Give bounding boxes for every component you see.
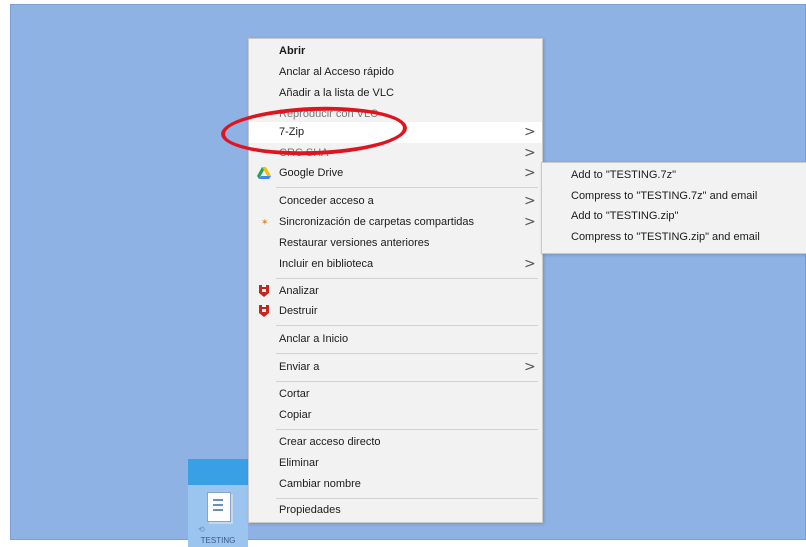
menu-item-anclar-inicio[interactable]: Anclar a Inicio <box>249 329 542 350</box>
menu-separator <box>276 278 538 279</box>
menu-item-label: Eliminar <box>279 457 319 469</box>
menu-separator <box>276 325 538 326</box>
desktop-file-testing[interactable]: ⟲ TESTING <box>188 459 248 547</box>
menu-item-restaurar-versiones[interactable]: Restaurar versiones anteriores <box>249 233 542 254</box>
chevron-right-icon: > <box>524 359 536 375</box>
chevron-right-icon: > <box>524 124 536 140</box>
menu-item-label: Enviar a <box>279 361 320 373</box>
menu-separator <box>276 353 538 354</box>
menu-item-label: Cortar <box>279 388 310 400</box>
menu-item-copiar[interactable]: Copiar <box>249 405 542 426</box>
submenu-item-add-zip[interactable]: Add to "TESTING.zip" <box>571 210 678 222</box>
antivirus-icon <box>259 285 269 297</box>
menu-item-google-drive[interactable]: Google Drive > <box>249 163 542 184</box>
menu-item-propiedades[interactable]: Propiedades <box>249 500 542 521</box>
menu-item-label: Crear acceso directo <box>279 436 381 448</box>
menu-item-cambiar-nombre[interactable]: Cambiar nombre <box>249 474 542 495</box>
file-name-label: TESTING <box>200 536 236 545</box>
shortcut-arrow-icon: ⟲ <box>198 525 205 534</box>
submenu-item-compress-7z-email[interactable]: Compress to "TESTING.7z" and email <box>571 190 757 202</box>
chevron-right-icon: > <box>524 145 536 161</box>
chevron-right-icon: > <box>524 165 536 181</box>
menu-separator <box>276 187 538 188</box>
submenu-item-compress-zip-email[interactable]: Compress to "TESTING.zip" and email <box>571 231 760 243</box>
menu-item-incluir-biblioteca[interactable]: Incluir en biblioteca > <box>249 254 542 275</box>
submenu-item-add-7z[interactable]: Add to "TESTING.7z" <box>571 169 676 181</box>
menu-item-label: Restaurar versiones anteriores <box>279 237 430 249</box>
menu-item-sincronizacion[interactable]: ✶ Sincronización de carpetas compartidas… <box>249 212 542 233</box>
menu-item-cortar[interactable]: Cortar <box>249 384 542 405</box>
chevron-right-icon: > <box>524 193 536 209</box>
menu-item-label: Conceder acceso a <box>279 195 374 207</box>
menu-separator <box>276 498 538 499</box>
menu-item-label: Incluir en biblioteca <box>279 258 374 270</box>
menu-item-crear-acceso-directo[interactable]: Crear acceso directo <box>249 432 542 453</box>
menu-item-label: Sincronización de carpetas compartidas <box>279 216 475 228</box>
menu-item-label: Anclar al Acceso rápido <box>279 66 394 78</box>
menu-item-anadir-lista-vlc[interactable]: Añadir a la lista de VLC <box>249 83 542 104</box>
antivirus-icon <box>259 305 269 317</box>
menu-separator <box>276 429 538 430</box>
google-drive-icon <box>257 167 271 179</box>
menu-item-label: Abrir <box>279 45 306 57</box>
menu-item-destruir[interactable]: Destruir <box>249 301 542 322</box>
chevron-right-icon: > <box>524 256 536 272</box>
file-selection-highlight <box>188 459 248 485</box>
menu-separator <box>276 381 538 382</box>
menu-item-anclar-acceso-rapido[interactable]: Anclar al Acceso rápido <box>249 62 542 83</box>
menu-item-label: Destruir <box>279 305 318 317</box>
menu-item-label: Propiedades <box>279 504 341 516</box>
sync-icon: ✶ <box>261 217 269 227</box>
chevron-right-icon: > <box>524 214 536 230</box>
menu-item-label: Cambiar nombre <box>279 478 361 490</box>
menu-item-label: Analizar <box>279 285 319 297</box>
menu-item-eliminar[interactable]: Eliminar <box>249 453 542 474</box>
menu-item-label: Google Drive <box>279 167 344 179</box>
submenu-7zip: Add to "TESTING.7z" Compress to "TESTING… <box>541 162 806 254</box>
menu-item-analizar[interactable]: Analizar <box>249 281 542 302</box>
menu-item-label: Anclar a Inicio <box>279 333 349 345</box>
menu-item-abrir[interactable]: Abrir <box>249 41 542 62</box>
menu-item-label: Copiar <box>279 409 312 421</box>
document-icon <box>207 492 231 522</box>
menu-item-conceder-acceso[interactable]: Conceder acceso a > <box>249 191 542 212</box>
menu-item-enviar-a[interactable]: Enviar a > <box>249 357 542 378</box>
menu-item-label: Añadir a la lista de VLC <box>279 87 394 99</box>
